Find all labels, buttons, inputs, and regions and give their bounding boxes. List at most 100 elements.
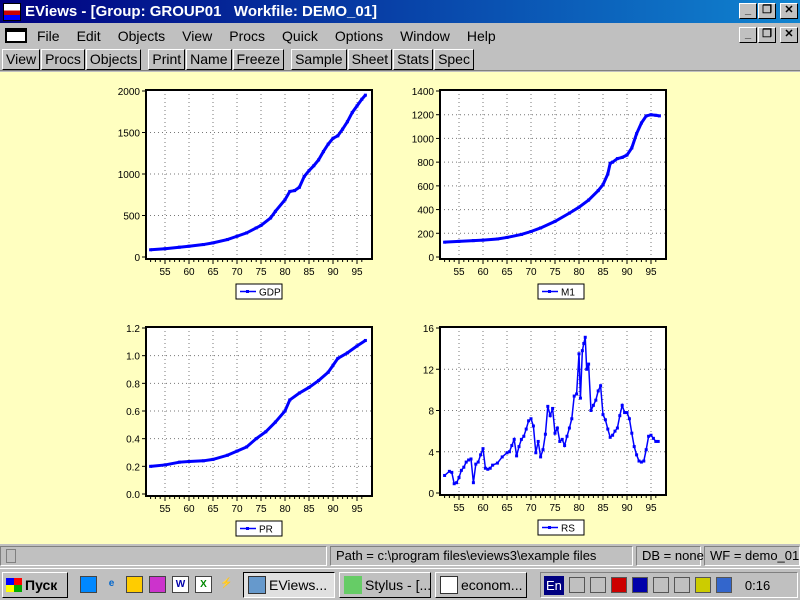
data-point xyxy=(476,460,480,464)
data-point xyxy=(536,439,540,443)
x-tick-label: 70 xyxy=(231,504,243,515)
task-stylus[interactable]: Stylus - [... xyxy=(339,571,431,598)
view-button[interactable]: View xyxy=(2,48,41,70)
data-point xyxy=(149,248,153,252)
close-button[interactable]: ✕ xyxy=(780,3,798,19)
sheet-button[interactable]: Sheet xyxy=(347,48,393,70)
data-point xyxy=(578,396,582,400)
data-point xyxy=(264,430,268,434)
data-point xyxy=(570,417,574,421)
batman-icon[interactable] xyxy=(126,576,143,593)
data-point xyxy=(560,437,564,441)
data-point xyxy=(177,245,181,249)
menu-procs[interactable]: Procs xyxy=(229,28,265,44)
menu-file[interactable]: File xyxy=(37,28,60,44)
chart-gdp: 0 500 1000 1500 2000 55 60 65 70 75 80 85 90 95 GDP xyxy=(118,87,373,300)
eviews-app-icon[interactable] xyxy=(3,2,21,21)
menu-bar: File Edit Objects View Procs Quick Optio… xyxy=(0,24,800,47)
phone-icon[interactable] xyxy=(149,576,166,593)
data-point xyxy=(495,461,499,465)
procs-button[interactable]: Procs xyxy=(41,48,85,70)
network-icon[interactable] xyxy=(652,577,669,593)
data-point xyxy=(500,455,504,459)
data-point xyxy=(363,338,367,342)
doc-close-button[interactable]: ✕ xyxy=(780,27,798,43)
x-tick-label: 75 xyxy=(255,504,267,515)
acrobat-icon[interactable] xyxy=(673,577,690,593)
document-window-icon[interactable] xyxy=(5,28,27,43)
data-point xyxy=(288,189,292,193)
menu-options[interactable]: Options xyxy=(335,28,383,44)
menu-edit[interactable]: Edit xyxy=(77,28,101,44)
printer-icon[interactable] xyxy=(694,577,711,593)
sample-button[interactable]: Sample xyxy=(291,48,347,70)
spec-button[interactable]: Spec xyxy=(434,48,474,70)
freeze-button[interactable]: Freeze xyxy=(232,48,285,70)
chart-m1: 0 200 400 600 800 1000 1200 1400 55 60 65 70 75 80 85 9… xyxy=(412,87,667,300)
y-tick-label: 1.2 xyxy=(126,324,140,335)
data-point xyxy=(302,174,306,178)
globe-icon[interactable] xyxy=(715,577,732,593)
data-point xyxy=(582,341,586,345)
library-icon[interactable] xyxy=(80,576,97,593)
data-point xyxy=(553,219,557,223)
data-point xyxy=(615,157,619,161)
data-point xyxy=(163,247,167,251)
task-eviews[interactable]: EViews... xyxy=(243,571,335,598)
status-db: DB = none xyxy=(636,546,704,566)
name-button[interactable]: Name xyxy=(186,48,232,70)
data-point xyxy=(642,459,646,463)
excel-icon[interactable]: X xyxy=(195,576,212,593)
monitor-icon[interactable] xyxy=(610,577,627,593)
data-point xyxy=(307,385,311,389)
data-point xyxy=(519,437,523,441)
menu-window[interactable]: Window xyxy=(400,28,450,44)
x-tick-label: 55 xyxy=(453,503,465,514)
data-point xyxy=(515,454,519,458)
x-tick-label: 60 xyxy=(183,267,195,278)
minimize-button[interactable]: _ xyxy=(739,3,757,19)
data-point xyxy=(479,453,483,457)
volume-icon[interactable] xyxy=(568,577,585,593)
x-tick-label: 95 xyxy=(645,503,657,514)
status-path: Path = c:\program files\eviews3\example … xyxy=(329,546,633,566)
data-point xyxy=(543,432,547,436)
restore-button[interactable]: ❐ xyxy=(758,3,776,19)
x-tick-label: 60 xyxy=(477,267,489,278)
x-tick-label: 65 xyxy=(501,267,513,278)
x-tick-label: 65 xyxy=(501,503,513,514)
menu-view[interactable]: View xyxy=(182,28,212,44)
doc-restore-button[interactable]: ❐ xyxy=(758,27,776,43)
clock: 0:16 xyxy=(744,577,771,593)
objects-button[interactable]: Objects xyxy=(85,48,142,70)
status-bar: Path = c:\program files\eviews3\example … xyxy=(0,545,800,567)
data-point xyxy=(235,449,239,453)
window-title: EViews - [Group: GROUP01 Workfile: DEMO_… xyxy=(25,3,378,20)
print-button[interactable]: Print xyxy=(148,48,186,70)
y-tick-label: 1500 xyxy=(118,129,141,140)
data-point xyxy=(187,459,191,463)
data-point xyxy=(363,93,367,97)
data-point xyxy=(225,238,229,242)
winamp-icon[interactable]: ⚡ xyxy=(218,576,235,593)
data-point xyxy=(611,433,615,437)
doc-minimize-button[interactable]: _ xyxy=(739,27,757,43)
menu-quick[interactable]: Quick xyxy=(282,28,318,44)
data-point xyxy=(341,127,345,131)
task-word-document[interactable]: econom... xyxy=(435,571,527,598)
data-point xyxy=(522,434,526,438)
internet-explorer-icon[interactable]: e xyxy=(103,576,120,593)
start-button[interactable]: Пуск xyxy=(2,571,68,598)
data-point xyxy=(606,427,610,431)
menu-help[interactable]: Help xyxy=(467,28,496,44)
x-tick-label: 90 xyxy=(327,504,339,515)
data-point xyxy=(591,403,595,407)
language-indicator[interactable]: En xyxy=(544,575,564,595)
y-tick-label: 1.0 xyxy=(126,352,140,363)
midi-icon[interactable] xyxy=(589,577,606,593)
norton-icon[interactable] xyxy=(631,577,648,593)
word-icon[interactable]: W xyxy=(172,576,189,593)
stats-button[interactable]: Stats xyxy=(393,48,434,70)
menu-objects[interactable]: Objects xyxy=(118,28,165,44)
x-tick-label: 60 xyxy=(183,504,195,515)
